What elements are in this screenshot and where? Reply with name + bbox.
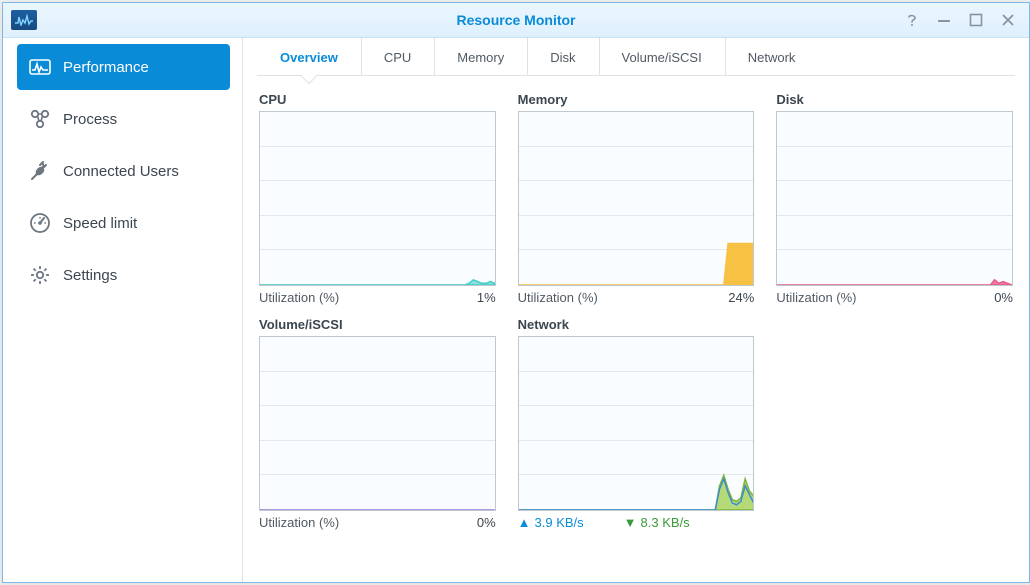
card-caption: Utilization (%) 24% xyxy=(518,290,755,305)
sidebar-item-label: Speed limit xyxy=(63,215,137,232)
card-disk[interactable]: Disk Utilization (%) 0% xyxy=(776,92,1013,305)
card-title: Memory xyxy=(518,92,755,107)
titlebar[interactable]: Resource Monitor xyxy=(3,3,1029,38)
caption-value: 0% xyxy=(477,515,496,530)
tab-label: Network xyxy=(748,50,796,65)
main-panel: Overview CPU Memory Disk Volume/iSCSI Ne… xyxy=(243,38,1029,582)
overview-grid: CPU Utilization (%) 1% Memory Utilizatio… xyxy=(243,76,1029,538)
minimize-icon[interactable] xyxy=(935,3,953,37)
performance-icon xyxy=(29,56,51,78)
app-icon xyxy=(11,10,37,30)
sidebar-item-speed-limit[interactable]: Speed limit xyxy=(17,200,230,246)
sidebar-item-performance[interactable]: Performance xyxy=(17,44,230,90)
caption-value: 1% xyxy=(477,290,496,305)
gear-icon xyxy=(29,264,51,286)
tabs: Overview CPU Memory Disk Volume/iSCSI Ne… xyxy=(257,38,1015,76)
card-title: CPU xyxy=(259,92,496,107)
upload-value: ▲3.9 KB/s xyxy=(518,515,584,530)
card-caption: Utilization (%) 1% xyxy=(259,290,496,305)
card-caption: Utilization (%) 0% xyxy=(259,515,496,530)
network-caption: ▲3.9 KB/s ▼8.3 KB/s xyxy=(518,515,755,530)
sidebar-item-process[interactable]: Process xyxy=(17,96,230,142)
sidebar-item-label: Connected Users xyxy=(63,163,179,180)
plug-icon xyxy=(29,160,51,182)
caption-value: 24% xyxy=(728,290,754,305)
sidebar-item-settings[interactable]: Settings xyxy=(17,252,230,298)
chart-cpu xyxy=(259,111,496,286)
card-network[interactable]: Network ▲3.9 KB/s ▼8.3 KB/s xyxy=(518,317,755,530)
caption-label: Utilization (%) xyxy=(518,290,598,305)
tab-cpu[interactable]: CPU xyxy=(361,38,434,75)
card-memory[interactable]: Memory Utilization (%) 24% xyxy=(518,92,755,305)
help-icon[interactable] xyxy=(903,3,921,37)
window-title: Resource Monitor xyxy=(3,12,1029,28)
sidebar: Performance Process Connected Users Spee… xyxy=(3,38,243,582)
close-icon[interactable] xyxy=(999,3,1017,37)
caption-label: Utilization (%) xyxy=(259,515,339,530)
caption-value: 0% xyxy=(994,290,1013,305)
chart-memory xyxy=(518,111,755,286)
tab-memory[interactable]: Memory xyxy=(434,38,527,75)
tab-label: Memory xyxy=(457,50,504,65)
tab-label: Overview xyxy=(280,50,338,65)
tab-label: Volume/iSCSI xyxy=(622,50,702,65)
card-caption: Utilization (%) 0% xyxy=(776,290,1013,305)
sidebar-item-label: Settings xyxy=(63,267,117,284)
chart-network xyxy=(518,336,755,511)
sidebar-item-label: Process xyxy=(63,111,117,128)
app-window: Resource Monitor Performance xyxy=(2,2,1030,583)
tab-label: CPU xyxy=(384,50,411,65)
tab-volume[interactable]: Volume/iSCSI xyxy=(599,38,725,75)
tab-network[interactable]: Network xyxy=(725,38,819,75)
sidebar-item-label: Performance xyxy=(63,59,149,76)
chart-volume xyxy=(259,336,496,511)
tab-disk[interactable]: Disk xyxy=(527,38,598,75)
card-title: Volume/iSCSI xyxy=(259,317,496,332)
caption-label: Utilization (%) xyxy=(259,290,339,305)
card-cpu[interactable]: CPU Utilization (%) 1% xyxy=(259,92,496,305)
tab-overview[interactable]: Overview xyxy=(257,38,361,75)
maximize-icon[interactable] xyxy=(967,3,985,37)
window-controls xyxy=(903,3,1029,37)
card-title: Disk xyxy=(776,92,1013,107)
tab-label: Disk xyxy=(550,50,575,65)
sidebar-item-connected-users[interactable]: Connected Users xyxy=(17,148,230,194)
chart-disk xyxy=(776,111,1013,286)
card-volume[interactable]: Volume/iSCSI Utilization (%) 0% xyxy=(259,317,496,530)
arrow-down-icon: ▼ xyxy=(624,515,637,530)
download-value: ▼8.3 KB/s xyxy=(624,515,690,530)
gauge-icon xyxy=(29,212,51,234)
card-title: Network xyxy=(518,317,755,332)
process-icon xyxy=(29,108,51,130)
arrow-up-icon: ▲ xyxy=(518,515,531,530)
caption-label: Utilization (%) xyxy=(776,290,856,305)
